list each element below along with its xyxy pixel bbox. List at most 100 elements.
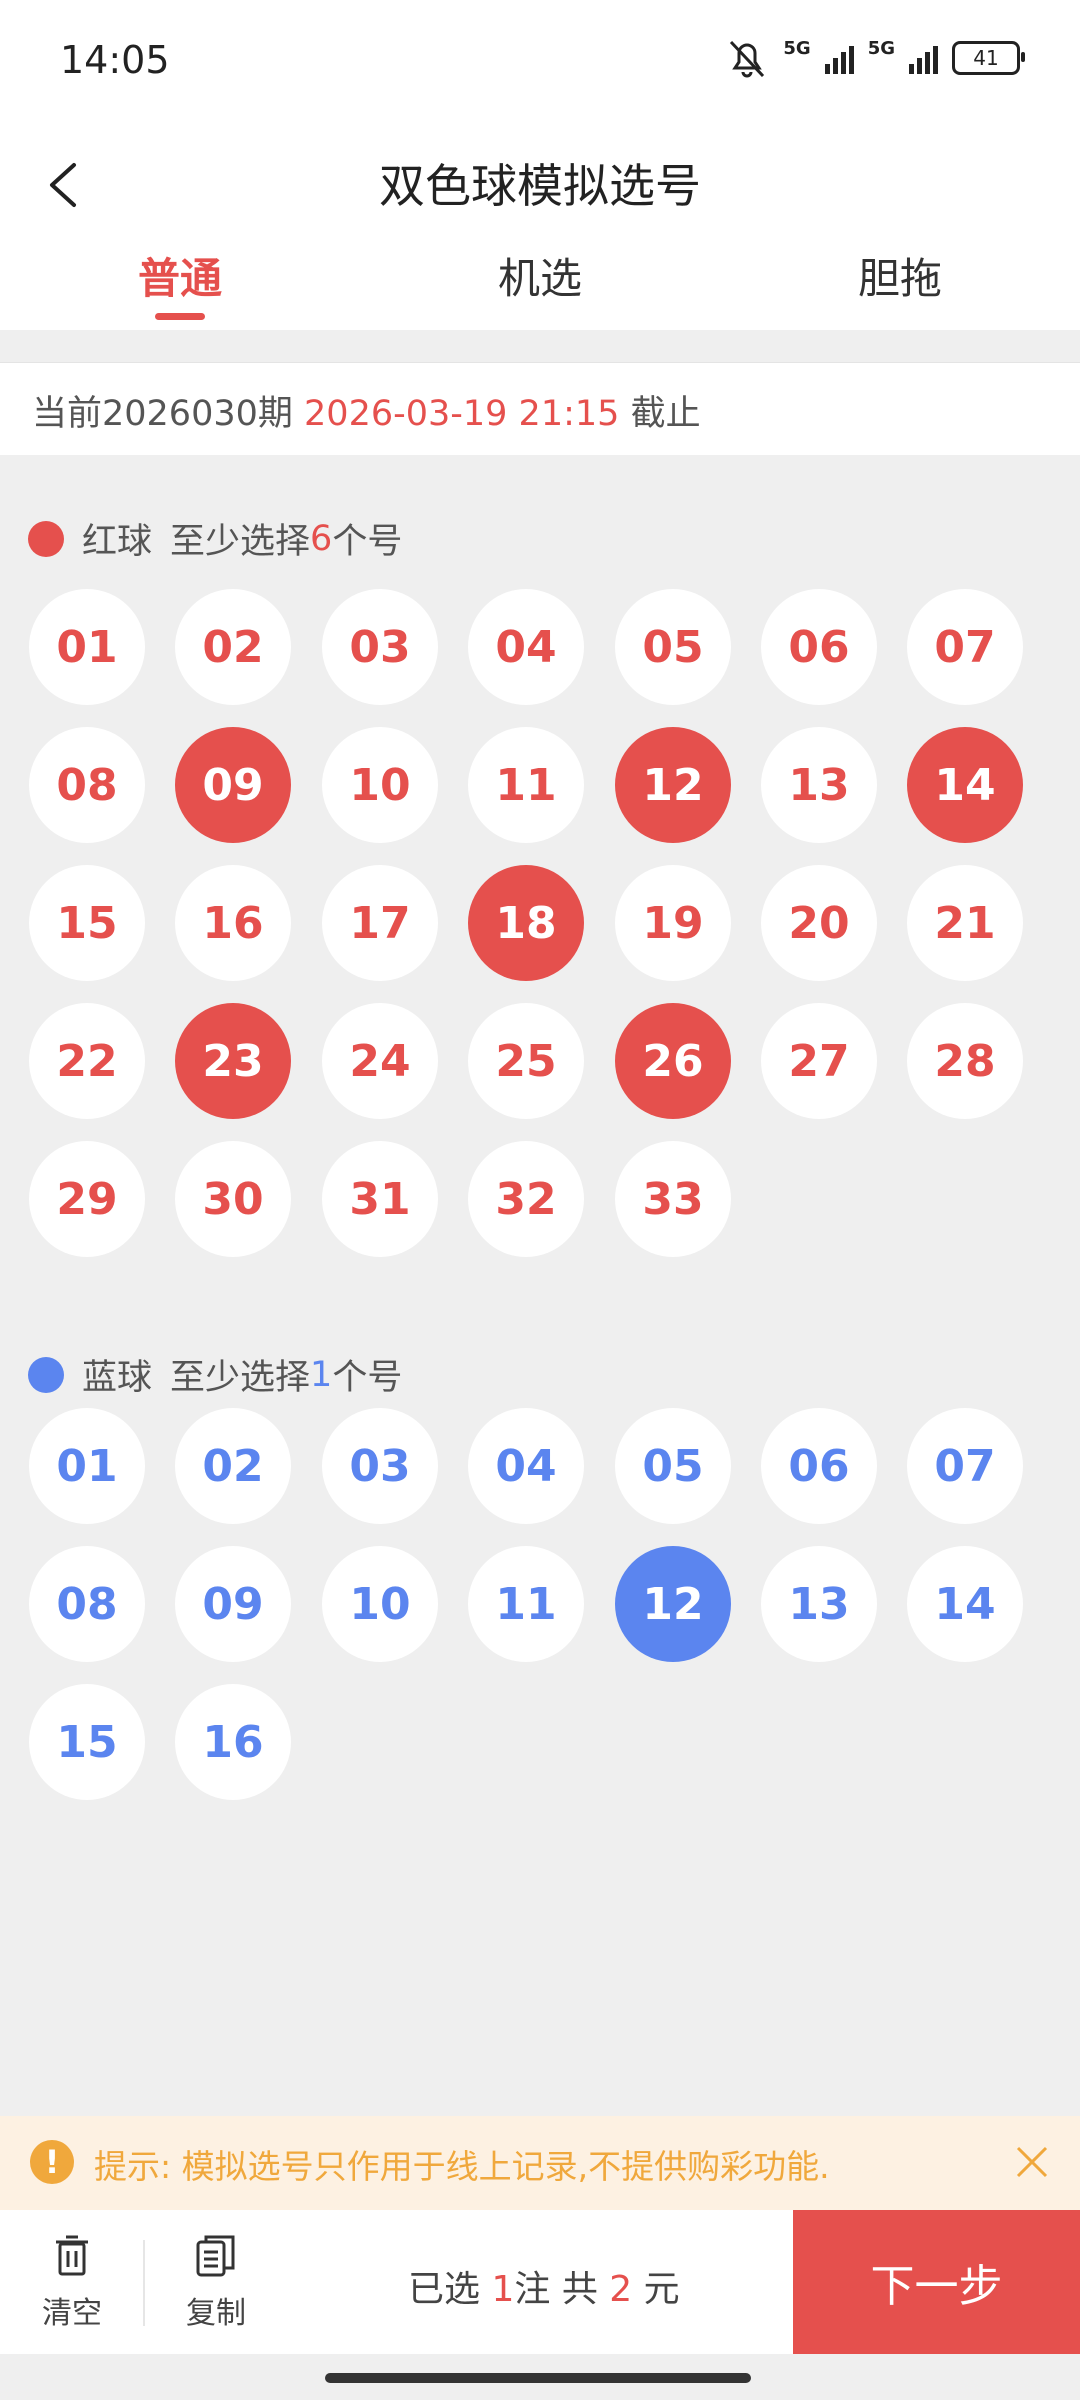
toolbar-divider [143,2240,145,2326]
red-ball-17[interactable]: 17 [322,865,438,981]
summary-mid: 注 共 [514,2269,598,2310]
tab-label: 普通 [137,254,222,303]
red-ball-30[interactable]: 30 [175,1141,291,1257]
hint-bar: ! 提示: 模拟选号只作用于线上记录,不提供购彩功能. [0,2116,1080,2210]
blue-ball-03[interactable]: 03 [322,1408,438,1524]
red-ball-12[interactable]: 12 [615,727,731,843]
close-icon[interactable] [1014,2144,1050,2180]
blue-ball-08[interactable]: 08 [29,1546,145,1662]
signal-icon [824,42,854,74]
blue-ball-11[interactable]: 11 [468,1546,584,1662]
tab-banker[interactable]: 胆拖 [800,245,1000,330]
tab-normal[interactable]: 普通 [80,245,280,330]
tab-active-indicator [155,313,205,320]
copy-label: 复制 [186,2296,246,2331]
red-ball-19[interactable]: 19 [615,865,731,981]
blue-section-label: 蓝球 至少选择 1 个号 [28,1349,402,1400]
red-ball-07[interactable]: 07 [907,589,1023,705]
network-type-1: 5G [783,38,811,59]
mute-bell-icon [730,40,765,78]
status-bar: 14:05 5G 5G 41 [0,0,1080,120]
red-ball-02[interactable]: 02 [175,589,291,705]
trash-icon [56,2235,88,2276]
blue-ball-16[interactable]: 16 [175,1684,291,1800]
blue-ball-04[interactable]: 04 [468,1408,584,1524]
red-ball-32[interactable]: 32 [468,1141,584,1257]
blue-dot-icon [28,1356,64,1393]
red-ball-29[interactable]: 29 [29,1141,145,1257]
blue-ball-12[interactable]: 12 [615,1546,731,1662]
red-ball-16[interactable]: 16 [175,865,291,981]
blue-min-count: 1 [310,1354,333,1395]
blue-ball-10[interactable]: 10 [322,1546,438,1662]
selection-summary: 已选 1注 共 2 元 [408,2260,680,2312]
red-ball-06[interactable]: 06 [761,589,877,705]
red-ball-08[interactable]: 08 [29,727,145,843]
summary-prefix: 已选 [408,2269,481,2310]
blue-ball-06[interactable]: 06 [761,1408,877,1524]
blue-section-name: 蓝球 [82,1358,153,1398]
red-ball-14[interactable]: 14 [907,727,1023,843]
blue-ball-07[interactable]: 07 [907,1408,1023,1524]
period-suffix: 截止 [630,394,701,434]
next-step-button[interactable]: 下一步 [793,2210,1080,2354]
red-ball-13[interactable]: 13 [761,727,877,843]
network-type-2: 5G [867,38,895,59]
red-ball-15[interactable]: 15 [29,865,145,981]
period-deadline: 2026-03-19 21:15 [304,394,620,434]
blue-ball-13[interactable]: 13 [761,1546,877,1662]
red-ball-18[interactable]: 18 [468,865,584,981]
blue-ball-01[interactable]: 01 [29,1408,145,1524]
bet-count: 1 [491,2269,515,2310]
red-ball-31[interactable]: 31 [322,1141,438,1257]
red-hint-suffix: 个号 [332,522,403,562]
period-text: 当前2026030期 2026-03-19 21:15 截止 [32,385,701,436]
hint-text: 提示: 模拟选号只作用于线上记录,不提供购彩功能. [94,2147,830,2186]
red-hint-prefix: 至少选择 [170,522,311,562]
tab-random[interactable]: 机选 [440,245,640,330]
red-ball-24[interactable]: 24 [322,1003,438,1119]
red-section-label: 红球 至少选择 6 个号 [28,513,402,564]
status-time: 14:05 [60,38,170,82]
red-ball-05[interactable]: 05 [615,589,731,705]
red-ball-21[interactable]: 21 [907,865,1023,981]
blue-hint-suffix: 个号 [332,1358,403,1398]
red-ball-28[interactable]: 28 [907,1003,1023,1119]
blue-hint-prefix: 至少选择 [170,1358,311,1398]
red-ball-20[interactable]: 20 [761,865,877,981]
red-ball-09[interactable]: 09 [175,727,291,843]
app-header: 双色球模拟选号 普通 机选 胆拖 [0,120,1080,330]
copy-button[interactable]: 复制 [166,2234,266,2332]
red-ball-33[interactable]: 33 [615,1141,731,1257]
clear-button[interactable]: 清空 [22,2234,122,2332]
tab-label: 胆拖 [857,254,942,303]
tab-bar: 普通 机选 胆拖 [0,245,1080,330]
red-ball-10[interactable]: 10 [322,727,438,843]
red-ball-04[interactable]: 04 [468,589,584,705]
blue-ball-09[interactable]: 09 [175,1546,291,1662]
warning-icon: ! [30,2140,74,2184]
blue-ball-02[interactable]: 02 [175,1408,291,1524]
blue-ball-05[interactable]: 05 [615,1408,731,1524]
blue-ball-15[interactable]: 15 [29,1684,145,1800]
total-amount: 2 [609,2269,633,2310]
battery-level: 41 [973,46,999,70]
clear-label: 清空 [42,2296,102,2331]
red-ball-03[interactable]: 03 [322,589,438,705]
home-indicator[interactable] [325,2373,751,2383]
red-ball-27[interactable]: 27 [761,1003,877,1119]
red-ball-22[interactable]: 22 [29,1003,145,1119]
red-ball-11[interactable]: 11 [468,727,584,843]
red-ball-23[interactable]: 23 [175,1003,291,1119]
page-title: 双色球模拟选号 [379,159,701,213]
blue-ball-14[interactable]: 14 [907,1546,1023,1662]
red-ball-26[interactable]: 26 [615,1003,731,1119]
signal-icon-2 [909,42,938,74]
battery-icon: 41 [952,41,1025,75]
red-section-name: 红球 [82,522,153,562]
period-info: 当前2026030期 2026-03-19 21:15 截止 [0,362,1080,455]
red-ball-25[interactable]: 25 [468,1003,584,1119]
period-number: 当前2026030期 [32,394,293,434]
bottom-action-bar: 清空 复制 已选 1注 共 2 元 下一步 [0,2210,1080,2354]
red-ball-01[interactable]: 01 [29,589,145,705]
